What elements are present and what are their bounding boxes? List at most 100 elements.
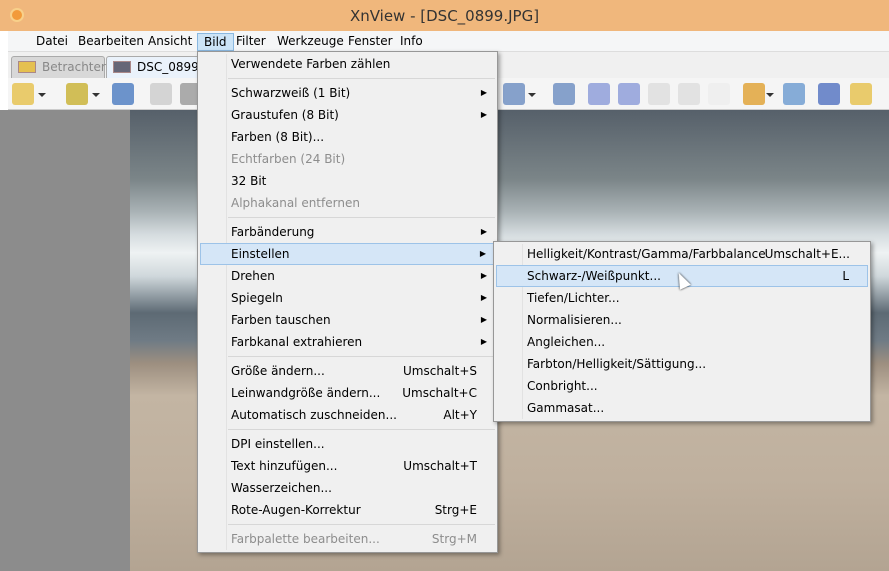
menu-werkzeuge[interactable]: Werkzeuge [271,33,350,51]
menu-item: Echtfarben (24 Bit) [200,148,495,170]
menu-item[interactable]: Farbänderung ▶ [200,221,495,243]
submenu-arrow-icon: ▶ [480,293,487,302]
submenu-arrow-icon: ▶ [480,110,487,119]
window-title: XnView - [DSC_0899.JPG] [349,7,540,25]
zoom-out-icon[interactable] [553,83,575,105]
menu-item-label: Gammasat... [527,401,605,415]
menu-item-label: Schwarzweiß (1 Bit) [231,86,351,100]
menu-item[interactable]: Schwarzweiß (1 Bit) ▶ [200,82,495,104]
menu-item[interactable]: Text hinzufügen... Umschalt+T [200,455,495,477]
menu-item-label: Automatisch zuschneiden... [231,408,397,422]
menu-item[interactable]: DPI einstellen... [200,433,495,455]
menu-item-label: Verwendete Farben zählen [231,57,391,71]
first-page-icon[interactable] [648,83,670,105]
menu-item: Farbpalette bearbeiten... Strg+M [200,528,495,550]
folder-tree-icon [18,61,36,73]
menu-item-label: Schwarz-/Weißpunkt... [527,269,661,283]
menu-item[interactable]: Farben tauschen ▶ [200,309,495,331]
menu-item[interactable]: Spiegeln ▶ [200,287,495,309]
arrow-left-icon[interactable] [588,83,610,105]
menu-bearbeiten[interactable]: Bearbeiten [72,33,150,51]
menu-item-label: Echtfarben (24 Bit) [231,152,346,166]
menu-separator [228,429,495,430]
menu-item[interactable]: Farbkanal extrahieren ▶ [200,331,495,353]
menu-item-label: Farbton/Helligkeit/Sättigung... [527,357,707,371]
menu-item: Alphakanal entfernen [200,192,495,214]
menu-item[interactable]: Gammasat... [496,397,868,419]
submenu-arrow-icon: ▶ [480,315,487,324]
dropdown-icon[interactable] [92,93,100,97]
menu-item[interactable]: Wasserzeichen... [200,477,495,499]
menu-item-label: Leinwandgröße ändern... [231,386,381,400]
menu-item[interactable]: Einstellen ▶ [200,243,495,265]
menu-item-label: Helligkeit/Kontrast/Gamma/Farbbalance [527,247,766,261]
bild-menu: Verwendete Farben zählen Schwarzweiß (1 B… [197,51,498,553]
menu-separator [228,217,495,218]
menu-fenster[interactable]: Fenster [342,33,399,51]
menu-item-label: Rote-Augen-Korrektur [231,503,361,517]
shortcut: Umschalt+S [403,364,477,378]
info-icon[interactable] [783,83,805,105]
submenu-arrow-icon: ▶ [479,249,486,258]
menu-item[interactable]: Größe ändern... Umschalt+S [200,360,495,382]
undo-icon[interactable] [150,83,172,105]
save-icon[interactable] [112,83,134,105]
menu-item[interactable]: Verwendete Farben zählen [200,53,495,75]
menu-item-label: Farbänderung [231,225,315,239]
menu-item[interactable]: Graustufen (8 Bit) ▶ [200,104,495,126]
menu-item[interactable]: Normalisieren... [496,309,868,331]
menu-item[interactable]: Helligkeit/Kontrast/Gamma/Farbbalance Ums… [496,243,868,265]
dropdown-icon[interactable] [528,93,536,97]
shortcut: Umschalt+E... [764,247,850,261]
shortcut: Umschalt+T [403,459,477,473]
menu-item-label: Drehen [231,269,275,283]
tab-label: Betrachter [42,60,106,74]
menu-item[interactable]: Tiefen/Lichter... [496,287,868,309]
menu-item[interactable]: Conbright... [496,375,868,397]
menu-item[interactable]: Rote-Augen-Korrektur Strg+E [200,499,495,521]
menu-item-label: Farben tauschen [231,313,331,327]
open-folder-icon[interactable] [66,83,88,105]
arrow-right-icon[interactable] [618,83,640,105]
submenu-arrow-icon: ▶ [480,271,487,280]
submenu-arrow-icon: ▶ [480,227,487,236]
menu-item[interactable]: Farben (8 Bit)... [200,126,495,148]
menu-item-label: Graustufen (8 Bit) [231,108,339,122]
page-number-icon[interactable] [708,83,730,105]
menu-item[interactable]: Drehen ▶ [200,265,495,287]
menu-item[interactable]: Leinwandgröße ändern... Umschalt+C [200,382,495,404]
menu-item-label: Conbright... [527,379,598,393]
zoom-1to1-icon[interactable] [503,83,525,105]
menu-filter[interactable]: Filter [230,33,272,51]
shortcut: Umschalt+C [402,386,477,400]
submenu-arrow-icon: ▶ [480,88,487,97]
tab-betrachter[interactable]: Betrachter [11,56,106,78]
menu-separator [228,78,495,79]
slideshow-icon[interactable] [743,83,765,105]
menu-item[interactable]: Automatisch zuschneiden... Alt+Y [200,404,495,426]
menu-item-label: Einstellen [231,247,290,261]
menu-item-label: Angleichen... [527,335,606,349]
next-page-icon[interactable] [678,83,700,105]
menu-item-label: Farbpalette bearbeiten... [231,532,380,546]
menu-item[interactable]: Farbton/Helligkeit/Sättigung... [496,353,868,375]
menu-item-label: 32 Bit [231,174,267,188]
menu-bar: Datei Bearbeiten Ansicht Bild Filter Werkzeug… [8,31,889,52]
menu-item-label: DPI einstellen... [231,437,325,451]
menu-item[interactable]: 32 Bit [200,170,495,192]
dropdown-icon[interactable] [766,93,774,97]
dropdown-icon[interactable] [38,93,46,97]
folder-tree-icon[interactable] [12,83,34,105]
fit-screen-icon[interactable] [818,83,840,105]
menu-info[interactable]: Info [394,33,429,51]
menu-ansicht[interactable]: Ansicht [142,33,198,51]
menu-item[interactable]: Angleichen... [496,331,868,353]
menu-item-label: Normalisieren... [527,313,622,327]
menu-item-label: Größe ändern... [231,364,325,378]
export-icon[interactable] [850,83,872,105]
menu-bild[interactable]: Bild [197,33,234,51]
menu-datei[interactable]: Datei [30,33,74,51]
submenu-arrow-icon: ▶ [480,337,487,346]
menu-separator [228,524,495,525]
menu-item-label: Farbkanal extrahieren [231,335,363,349]
